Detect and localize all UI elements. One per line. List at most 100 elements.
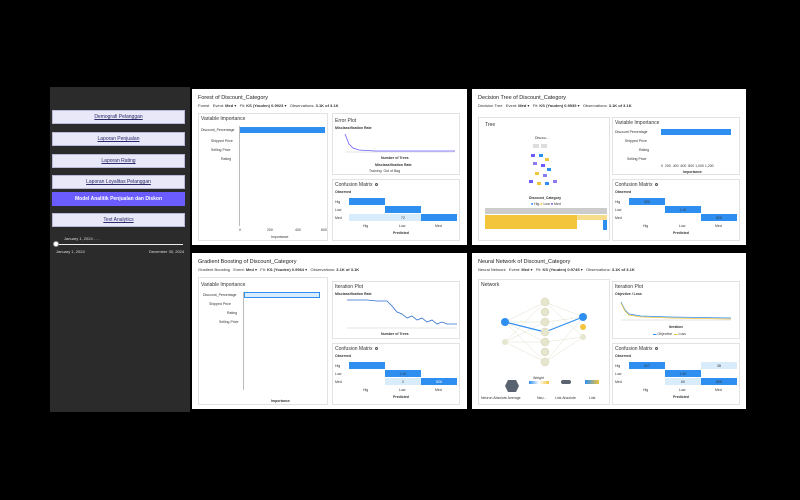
- cm-col: Hig: [643, 224, 649, 228]
- date-slider-track[interactable]: [55, 244, 183, 245]
- event-label: Event:: [212, 103, 225, 108]
- legend-neuron: Neu...: [537, 396, 547, 400]
- cm-cell[interactable]: 520: [629, 198, 665, 205]
- cm-row: Med: [335, 216, 342, 220]
- nav-model-analitik[interactable]: Model Analitik Penjualan dan Diskon: [52, 192, 185, 206]
- vi-tick: 0: [239, 228, 241, 232]
- cm-predicted: Predicted: [673, 395, 689, 399]
- cm-title: Confusion Matrix: [615, 346, 658, 352]
- err-title: Error Plot: [335, 118, 357, 124]
- panel-subtitle: Forest Event: Med ▾ Fit: KS (Youden) 0.9…: [198, 103, 339, 108]
- vi-bar[interactable]: [240, 127, 325, 133]
- cm-cell[interactable]: 1.0K: [665, 370, 701, 377]
- fit-value[interactable]: KS (Youden) 0.9939: [539, 103, 576, 108]
- link-absolute-swatch: [561, 380, 571, 384]
- vi-var-1: Shipped Price: [211, 139, 233, 143]
- forest-panel: Forest of Discount_Category Forest Event…: [192, 89, 467, 245]
- vi-tick: 400: [295, 228, 301, 232]
- cm-cell[interactable]: 38: [701, 362, 737, 369]
- iteration-line-chart: [347, 299, 457, 329]
- legend-weight: Weight: [533, 376, 544, 380]
- cm-col: Low: [679, 224, 686, 228]
- nav-laporan-rating[interactable]: Laporan Rating: [52, 154, 185, 168]
- obs-label: Observations:: [289, 103, 315, 108]
- date-range-label: January 1, 2024 - ...: [64, 236, 100, 241]
- date-slider-knob[interactable]: [53, 241, 59, 247]
- obs-value: 3.1K of 3.1K: [315, 103, 339, 108]
- cm-cell[interactable]: [349, 214, 385, 221]
- vi-var: Selling Price: [219, 320, 239, 324]
- panel-title: Decision Tree of Discount_Category: [478, 95, 567, 101]
- cm-col: Low: [399, 388, 406, 392]
- event-value[interactable]: Med: [521, 267, 529, 272]
- cm-row: Low: [615, 372, 622, 376]
- cm-cell[interactable]: 1.1K: [665, 206, 701, 213]
- iteration-plot-card: Iteration Plot Objective / Loss Iteratio…: [612, 281, 740, 339]
- tree-root-node[interactable]: Discou...: [535, 136, 549, 140]
- tree-diagram[interactable]: [527, 142, 567, 187]
- cm-cell[interactable]: 2: [385, 378, 421, 385]
- tree-overview-segment[interactable]: [485, 215, 577, 229]
- confusion-matrix-card: Confusion Matrix Observed Hig Low Med 1.…: [332, 343, 460, 405]
- it-ylabel: Misclassification Rate: [335, 292, 372, 296]
- it-title: Iteration Plot: [335, 284, 364, 290]
- cm-col: Med: [435, 388, 442, 392]
- vi-title: Variable Importance: [615, 120, 660, 126]
- vi-bar[interactable]: [244, 292, 320, 298]
- nav-laporan-penjualan[interactable]: Laporan Penjualan: [52, 132, 185, 146]
- err-ylabel2: Misclassification Rate: [375, 163, 412, 167]
- cm-col: Hig: [643, 388, 649, 392]
- cm-cell[interactable]: [349, 362, 385, 369]
- vi-xlabel: Importance: [271, 235, 289, 239]
- vi-title: Variable Importance: [201, 116, 246, 122]
- network-card: Network Weight Neuron Absolute Average N…: [478, 279, 610, 405]
- cm-cell[interactable]: [385, 206, 421, 213]
- vi-tick: 600: [321, 228, 327, 232]
- cm-cell[interactable]: 517: [629, 362, 665, 369]
- nav-text-analytics[interactable]: Text Analytics: [52, 213, 185, 227]
- event-value[interactable]: Med: [246, 267, 254, 272]
- nav-laporan-loyalitas[interactable]: Laporan Loyalitas Pelanggan: [52, 175, 185, 189]
- link-swatch: [585, 380, 599, 384]
- event-value[interactable]: Med: [225, 103, 233, 108]
- cm-predicted: Predicted: [393, 231, 409, 235]
- error-plot-card: Error Plot Misclassification Rate Number…: [332, 113, 460, 175]
- variable-importance-card: Variable Importance Discount_Percentage …: [198, 113, 328, 241]
- nav-demografi-pelanggan[interactable]: Demografi Pelanggan: [52, 110, 185, 124]
- vi-xlabel: Importance: [271, 399, 290, 403]
- cm-observed: Observed: [615, 190, 632, 194]
- variable-importance-card: Variable Importance Discount_Percentage …: [198, 277, 328, 405]
- tree-card: Tree Discou... Discount_Category ■ Hig ■…: [478, 117, 610, 241]
- it-xlabel: Number of Trees: [381, 332, 409, 336]
- confusion-matrix-card: Confusion Matrix Observed Hig Low Med 52…: [612, 179, 740, 241]
- err-legend: Training Out of Bag: [369, 169, 401, 173]
- fit-value[interactable]: KS (Youden) 0.9964: [267, 267, 304, 272]
- cm-row: Med: [615, 380, 622, 384]
- cm-title: Confusion Matrix: [335, 182, 378, 188]
- fit-value[interactable]: KS (Youden) 0.9923: [246, 103, 283, 108]
- cm-row: Hig: [335, 364, 341, 368]
- cm-cell[interactable]: 1.1K: [385, 370, 421, 377]
- vi-xlabel: Importance: [683, 170, 702, 174]
- cm-cell[interactable]: [349, 198, 385, 205]
- cm-cell[interactable]: 826: [421, 378, 457, 385]
- cm-row: Low: [335, 208, 342, 212]
- cm-observed: Observed: [615, 354, 632, 358]
- cm-cell[interactable]: [421, 214, 457, 221]
- cm-row: Low: [335, 372, 342, 376]
- cm-cell[interactable]: 72: [385, 214, 421, 221]
- network-diagram[interactable]: [485, 292, 605, 372]
- cm-cell[interactable]: 826: [701, 378, 737, 385]
- cm-cell[interactable]: 60: [665, 378, 701, 385]
- tree-overview-bar[interactable]: [485, 208, 607, 214]
- vi-title: Variable Importance: [201, 282, 246, 288]
- vi-bar[interactable]: [661, 129, 731, 135]
- tree-title: Tree: [485, 122, 496, 128]
- event-value[interactable]: Med: [518, 103, 526, 108]
- tree-overview-segment[interactable]: [603, 220, 607, 230]
- cm-observed: Observed: [335, 190, 352, 194]
- fit-value[interactable]: KS (Youden) 0.9745: [543, 267, 580, 272]
- cm-cell[interactable]: 826: [701, 214, 737, 221]
- legend-neuron-abs: Neuron Absolute Average: [481, 396, 521, 400]
- it-legend: ▬ Objective ▬ Loss: [653, 332, 686, 336]
